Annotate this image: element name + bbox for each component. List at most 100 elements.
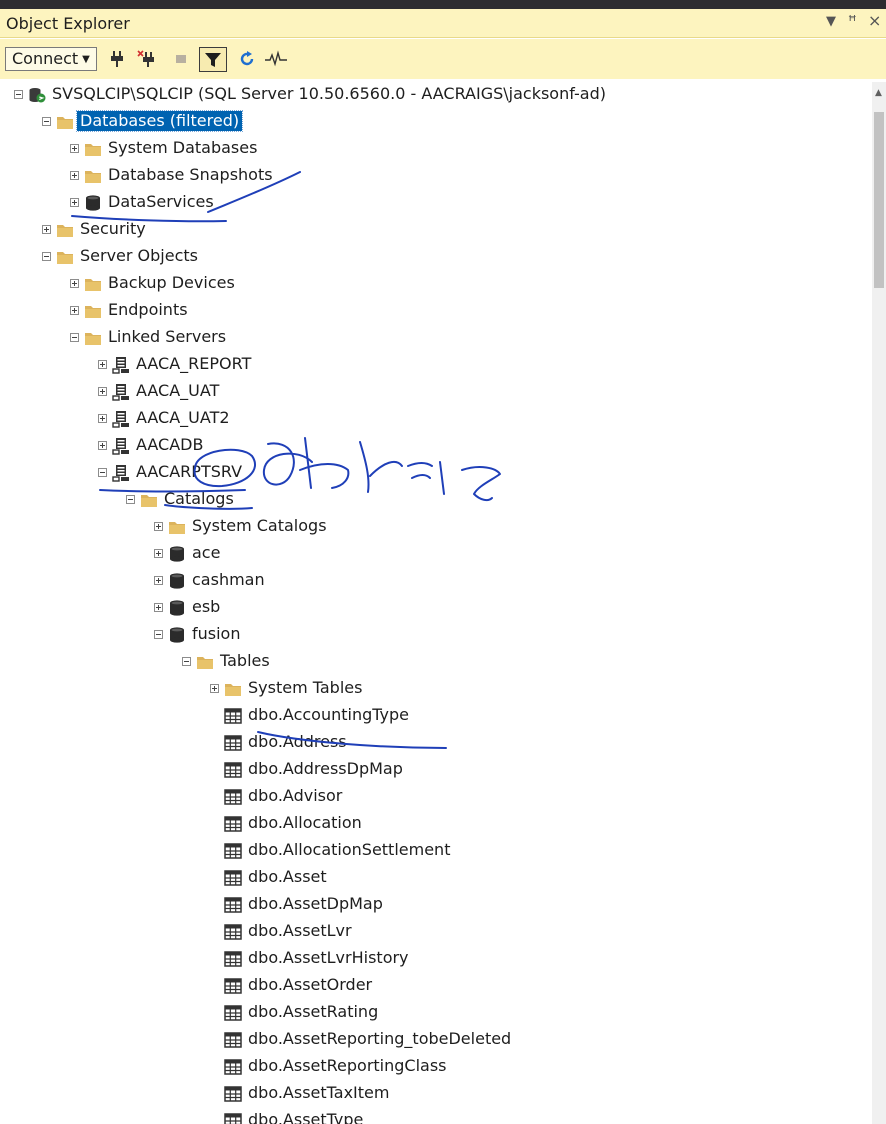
tree-node[interactable]: dbo.AssetReportingClass (0, 1054, 872, 1081)
scrollbar-thumb[interactable] (874, 112, 884, 288)
tree-node[interactable]: cashman (0, 568, 872, 595)
expand-plus-icon[interactable] (42, 225, 51, 234)
tree-node[interactable]: AACA_UAT (0, 379, 872, 406)
tree-node[interactable]: Catalogs (0, 487, 872, 514)
expand-plus-icon[interactable] (154, 549, 163, 558)
expand-plus-icon[interactable] (70, 198, 79, 207)
tree-node[interactable]: Database Snapshots (0, 163, 872, 190)
tree-node-label: fusion (192, 624, 241, 643)
filter-button[interactable] (199, 47, 227, 72)
tree-node[interactable]: dbo.Advisor (0, 784, 872, 811)
folder-icon (57, 225, 73, 237)
tree-node[interactable]: dbo.Allocation (0, 811, 872, 838)
tree-node[interactable]: Databases (filtered) (0, 109, 872, 136)
expand-plus-icon[interactable] (154, 576, 163, 585)
filter-icon (205, 53, 221, 67)
tree-node-label: AACA_REPORT (136, 354, 252, 373)
tree-node-label: dbo.AccountingType (248, 705, 409, 724)
tree-node[interactable]: dbo.AssetLvr (0, 919, 872, 946)
tree-node[interactable]: Linked Servers (0, 325, 872, 352)
tree-node[interactable]: Security (0, 217, 872, 244)
database-icon (170, 600, 184, 616)
tree-node[interactable]: System Databases (0, 136, 872, 163)
tree-node[interactable]: dbo.AssetReporting_tobeDeleted (0, 1027, 872, 1054)
tree-node[interactable]: esb (0, 595, 872, 622)
tree-node-label: Security (80, 219, 146, 238)
tree-node[interactable]: dbo.AccountingType (0, 703, 872, 730)
tree-node[interactable]: Server Objects (0, 244, 872, 271)
connect-button[interactable]: Connect ▼ (5, 47, 97, 71)
table-icon (224, 1113, 242, 1124)
collapse-minus-icon[interactable] (42, 252, 51, 261)
folder-icon (169, 522, 185, 534)
panel-options-chevron-icon[interactable]: ▼ (826, 14, 836, 29)
expand-plus-icon[interactable] (98, 360, 107, 369)
tree-node[interactable]: Backup Devices (0, 271, 872, 298)
connect-plug-icon[interactable] (108, 50, 126, 68)
table-icon (224, 897, 242, 913)
tree-node[interactable]: AACADB (0, 433, 872, 460)
collapse-minus-icon[interactable] (126, 495, 135, 504)
folder-icon (85, 279, 101, 291)
object-explorer-tree: SVSQLCIP\SQLCIP (SQL Server 10.50.6560.0… (0, 82, 872, 1124)
tree-node[interactable]: AACARPTSRV (0, 460, 872, 487)
collapse-minus-icon[interactable] (98, 468, 107, 477)
tree-node[interactable]: DataServices (0, 190, 872, 217)
tree-node-label: dbo.Allocation (248, 813, 362, 832)
tree-node[interactable]: dbo.Asset (0, 865, 872, 892)
expand-plus-icon[interactable] (210, 684, 219, 693)
tree-node-label: Tables (220, 651, 270, 670)
tree-node-label: AACADB (136, 435, 204, 454)
tree-node-label: System Databases (108, 138, 258, 157)
tree-node[interactable]: dbo.AddressDpMap (0, 757, 872, 784)
expand-plus-icon[interactable] (98, 414, 107, 423)
tree-node-label: dbo.AssetType (248, 1110, 364, 1124)
expand-plus-icon[interactable] (98, 387, 107, 396)
window-top-band (0, 0, 886, 9)
scroll-up-arrow-icon[interactable]: ▲ (875, 88, 882, 98)
tree-node[interactable]: SVSQLCIP\SQLCIP (SQL Server 10.50.6560.0… (0, 82, 872, 109)
tree-node[interactable]: dbo.AssetRating (0, 1000, 872, 1027)
folder-icon (85, 144, 101, 156)
expand-plus-icon[interactable] (70, 171, 79, 180)
tree-node[interactable]: Tables (0, 649, 872, 676)
close-icon[interactable]: × (868, 11, 881, 30)
tree-node[interactable]: dbo.AllocationSettlement (0, 838, 872, 865)
tree-node[interactable]: dbo.AssetTaxItem (0, 1081, 872, 1108)
expand-plus-icon[interactable] (70, 144, 79, 153)
collapse-minus-icon[interactable] (70, 333, 79, 342)
tree-node-label: Databases (filtered) (75, 110, 244, 132)
expand-plus-icon[interactable] (154, 603, 163, 612)
tree-node[interactable]: AACA_REPORT (0, 352, 872, 379)
tree-node[interactable]: System Tables (0, 676, 872, 703)
pin-icon[interactable]: ꟸ (848, 12, 857, 30)
tree-node[interactable]: dbo.AssetOrder (0, 973, 872, 1000)
expand-plus-icon[interactable] (98, 441, 107, 450)
tree-node[interactable]: fusion (0, 622, 872, 649)
expand-plus-icon[interactable] (70, 306, 79, 315)
tree-node[interactable]: dbo.Address (0, 730, 872, 757)
expand-plus-icon[interactable] (154, 522, 163, 531)
tree-node[interactable]: ace (0, 541, 872, 568)
collapse-minus-icon[interactable] (42, 117, 51, 126)
stop-icon[interactable] (172, 50, 190, 68)
tree-node[interactable]: Endpoints (0, 298, 872, 325)
disconnect-plug-icon[interactable] (137, 50, 155, 68)
expand-plus-icon[interactable] (70, 279, 79, 288)
tree-node-label: dbo.AssetRating (248, 1002, 379, 1021)
collapse-minus-icon[interactable] (154, 630, 163, 639)
refresh-icon[interactable] (238, 50, 256, 68)
object-explorer-titlebar: Object Explorer ▼ ꟸ × (0, 9, 886, 38)
tree-node[interactable]: dbo.AssetDpMap (0, 892, 872, 919)
tree-node-label: Catalogs (164, 489, 234, 508)
collapse-minus-icon[interactable] (182, 657, 191, 666)
activity-monitor-icon[interactable] (264, 50, 288, 68)
tree-node[interactable]: System Catalogs (0, 514, 872, 541)
collapse-minus-icon[interactable] (14, 90, 23, 99)
vertical-scrollbar[interactable]: ▲ (872, 82, 886, 1124)
tree-node[interactable]: dbo.AssetLvrHistory (0, 946, 872, 973)
tree-node[interactable]: dbo.AssetType (0, 1108, 872, 1124)
tree-node[interactable]: AACA_UAT2 (0, 406, 872, 433)
tree-node-label: Backup Devices (108, 273, 235, 292)
connect-dropdown-arrow-icon[interactable]: ▼ (82, 54, 90, 65)
